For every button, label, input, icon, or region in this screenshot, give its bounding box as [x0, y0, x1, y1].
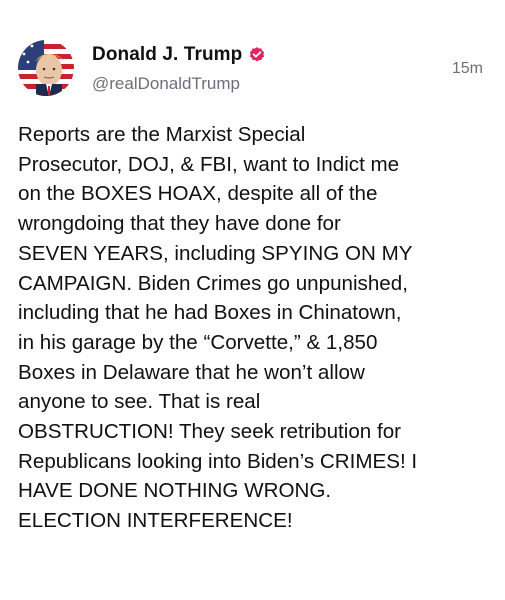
- author-handle[interactable]: @realDonaldTrump: [92, 74, 240, 94]
- post-card: Donald J. Trump @realDonaldTrump 15m Rep…: [0, 0, 505, 600]
- verified-badge-icon: [248, 46, 266, 64]
- author-name-row: Donald J. Trump: [92, 44, 266, 66]
- author-display-name[interactable]: Donald J. Trump: [92, 44, 242, 66]
- profile-avatar[interactable]: [18, 40, 74, 96]
- post-timestamp[interactable]: 15m: [452, 60, 483, 78]
- post-body-text: Reports are the Marxist Special Prosecut…: [18, 123, 418, 533]
